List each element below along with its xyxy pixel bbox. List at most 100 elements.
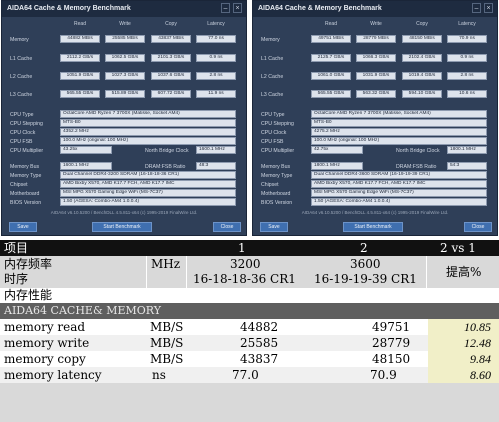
- version-footer: AIDA64 v6.10.5200 / BenchDLL 4.5.811-x64…: [301, 210, 449, 215]
- table-row: memory latency ns 77.0 70.9 8.60: [0, 367, 499, 383]
- memory-write-value: 28779 MB/s: [356, 35, 396, 43]
- close-button[interactable]: Close: [464, 222, 492, 232]
- l2-copy-value: 1037.6 GB/s: [151, 72, 191, 80]
- column-header-latency: Latency: [458, 21, 476, 27]
- row-label-l3: L3 Cache: [10, 92, 33, 98]
- cpu-type-label: CPU Type: [10, 112, 34, 118]
- memory-read-value: 49751 MB/s: [311, 35, 351, 43]
- bios-label: BIOS Version: [261, 200, 293, 206]
- cpu-multiplier-value: 43.25x: [60, 146, 112, 154]
- metric-unit: MB/S: [150, 336, 184, 350]
- save-button[interactable]: Save: [9, 222, 37, 232]
- metric-improvement: 10.85: [428, 319, 499, 335]
- nb-clock-label: North Bridge Clock: [145, 148, 189, 154]
- column-header-latency: Latency: [207, 21, 225, 27]
- metric-improvement: 9.84: [428, 351, 499, 367]
- freq-value-2: 3600: [350, 257, 381, 271]
- close-window-button[interactable]: ×: [233, 3, 242, 13]
- dram-ratio-label: DRAM:FSB Ratio: [145, 164, 186, 170]
- empty-area: [0, 383, 499, 422]
- metric-value-2: 49751: [372, 320, 411, 334]
- dram-ratio-label: DRAM:FSB Ratio: [396, 164, 437, 170]
- nb-clock-label: North Bridge Clock: [396, 148, 440, 154]
- l3-copy-value: 607.72 GB/s: [151, 90, 191, 98]
- start-benchmark-button[interactable]: Start Benchmark: [92, 222, 152, 232]
- metric-value-1: 77.0: [232, 368, 259, 382]
- l2-copy-value: 1019.4 GB/s: [402, 72, 442, 80]
- row-label-l2: L2 Cache: [261, 74, 284, 80]
- memory-copy-value: 43837 MB/s: [151, 35, 191, 43]
- minimize-button[interactable]: –: [221, 3, 230, 13]
- l3-read-value: 565.55 GB/s: [311, 90, 351, 98]
- motherboard-value: MSI MPG X570 Gaming Edge WiFi (MS-7C37): [60, 189, 236, 197]
- metric-label: memory read: [4, 320, 86, 334]
- bios-value: 1.50 (AGESA: Combo-AM4 1.0.0.4): [60, 198, 236, 206]
- metric-value-2: 28779: [372, 336, 411, 350]
- cpu-clock-value: 4275.2 MHz: [311, 128, 487, 136]
- header-col2: 2: [360, 241, 368, 255]
- metric-label: memory write: [4, 336, 90, 350]
- cpu-fsb-value: 100.0 MHz (original: 100 MHz): [311, 137, 487, 145]
- l1-latency-value: 0.9 ns: [196, 54, 236, 62]
- header-item: 项目: [4, 241, 29, 255]
- l3-write-value: 563.32 GB/s: [356, 90, 396, 98]
- column-header-read: Read: [325, 21, 337, 27]
- memory-type-value: Dual Channel DDR4-3600 SDRAM (16-19-19-3…: [311, 171, 487, 179]
- dram-ratio-value: 48:3: [196, 162, 236, 170]
- memory-latency-value: 70.9 ns: [447, 35, 487, 43]
- freq-label: 内存频率: [4, 257, 53, 271]
- table-row: memory copy MB/S 43837 48150 9.84: [0, 351, 499, 367]
- row-label-l3: L3 Cache: [261, 92, 284, 98]
- cpu-type-label: CPU Type: [261, 112, 285, 118]
- column-header-write: Write: [119, 21, 131, 27]
- motherboard-label: Motherboard: [10, 191, 40, 197]
- close-button[interactable]: Close: [213, 222, 241, 232]
- memory-type-label: Memory Type: [261, 173, 293, 179]
- memory-bus-label: Memory Bus: [261, 164, 291, 170]
- metric-value-1: 43837: [240, 352, 279, 366]
- metric-improvement: 8.60: [428, 367, 499, 383]
- motherboard-value: MSI MPG X570 Gaming Edge WiFi (MS-7C37): [311, 189, 487, 197]
- metric-label: memory copy: [4, 352, 86, 366]
- l3-copy-value: 594.10 GB/s: [402, 90, 442, 98]
- close-window-button[interactable]: ×: [484, 3, 493, 13]
- window-title: AIDA64 Cache & Memory Benchmark: [2, 1, 246, 17]
- freq-timing-block: 内存频率 MHz 3200 3600 时序 16-18-18-36 CR1 16…: [0, 256, 499, 288]
- cpu-stepping-label: CPU Stepping: [10, 121, 43, 127]
- row-label-l1: L1 Cache: [261, 56, 284, 62]
- timing-value-2: 16-19-19-39 CR1: [314, 272, 417, 286]
- l3-write-value: 515.89 GB/s: [105, 90, 145, 98]
- header-col3: 2 vs 1: [440, 241, 476, 255]
- l1-copy-value: 2102.4 GB/s: [402, 54, 442, 62]
- aida64-window-right: AIDA64 Cache & Memory Benchmark – × Read…: [252, 0, 498, 236]
- minimize-button[interactable]: –: [472, 3, 481, 13]
- divider: [426, 256, 427, 288]
- metric-unit: ns: [152, 368, 166, 382]
- memory-bus-value: 1800.1 MHz: [311, 162, 363, 170]
- start-benchmark-button[interactable]: Start Benchmark: [343, 222, 403, 232]
- aida64-window-left: AIDA64 Cache & Memory Benchmark – × Read…: [1, 0, 247, 236]
- l2-read-value: 1061.0 GB/s: [311, 72, 351, 80]
- cpu-clock-value: 4352.2 MHz: [60, 128, 236, 136]
- dram-ratio-value: 54:3: [447, 162, 487, 170]
- l1-read-value: 2112.2 GB/s: [60, 54, 100, 62]
- row-label-l2: L2 Cache: [10, 74, 33, 80]
- memory-type-label: Memory Type: [10, 173, 42, 179]
- divider: [186, 256, 187, 288]
- memory-write-value: 25585 MB/s: [105, 35, 145, 43]
- metric-unit: MB/S: [150, 320, 184, 334]
- save-button[interactable]: Save: [260, 222, 288, 232]
- bios-value: 1.50 (AGESA: Combo-AM4 1.0.0.4): [311, 198, 487, 206]
- memory-copy-value: 48150 MB/s: [402, 35, 442, 43]
- metric-value-2: 48150: [372, 352, 411, 366]
- table-row: memory read MB/S 44882 49751 10.85: [0, 319, 499, 335]
- cpu-fsb-label: CPU FSB: [10, 139, 33, 145]
- cpu-multiplier-label: CPU Multiplier: [10, 148, 44, 154]
- metric-unit: MB/S: [150, 352, 184, 366]
- nb-clock-value: 1800.1 MHz: [447, 146, 487, 154]
- chipset-value: AMD Bixby X570, AMD K17.7 FCH, AMD K17.7…: [60, 180, 236, 188]
- table-header-row: 项目 1 2 2 vs 1: [0, 240, 499, 256]
- metric-value-2: 70.9: [370, 368, 397, 382]
- metric-value-1: 25585: [240, 336, 279, 350]
- cpu-fsb-label: CPU FSB: [261, 139, 284, 145]
